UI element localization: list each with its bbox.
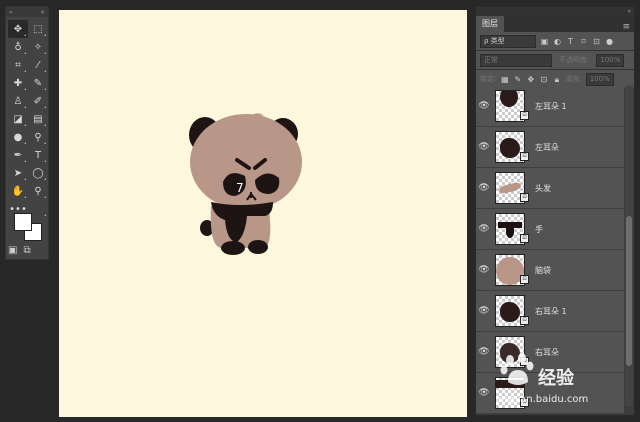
- fill-label: 填充:: [565, 74, 582, 83]
- layer-row[interactable]: 👁︎ ⊡ 脑袋: [476, 250, 624, 291]
- panda-head: [190, 114, 302, 210]
- smart-object-badge-icon: ⊡: [520, 316, 529, 325]
- visibility-eye-icon[interactable]: 👁︎: [476, 347, 492, 357]
- smart-object-badge-icon: ⊡: [520, 275, 529, 284]
- lock-label: 锁定:: [480, 74, 497, 83]
- smart-object-badge-icon: ⊡: [520, 111, 529, 120]
- gradient-icon[interactable]: ▤: [28, 110, 48, 128]
- collapse-icon[interactable]: »: [627, 8, 631, 15]
- shape-filter-icon[interactable]: ⌑: [579, 37, 588, 46]
- layer-row[interactable]: 👁︎ ⊡ 手: [476, 209, 624, 250]
- panel-menu-icon[interactable]: ≡: [622, 22, 630, 32]
- layer-row[interactable]: 👁︎ ⊡ 左耳朵: [476, 127, 624, 168]
- blend-mode-select[interactable]: 正常: [480, 53, 552, 67]
- healing-brush-icon[interactable]: ✚: [8, 74, 28, 92]
- blend-row: 正常 不透明度: 100%: [476, 51, 634, 70]
- smart-object-badge-icon: ⊡: [520, 193, 529, 202]
- type-icon[interactable]: T: [28, 146, 48, 164]
- lock-artboard-icon[interactable]: ⊡: [539, 75, 548, 84]
- hand-icon[interactable]: ✋: [8, 182, 28, 200]
- tool-grid: ✥ ⬚ ♁ ✧ ⌗ ⁄ ✚ ✎ ♙ ✐ ◪ ▤ ● ⚲ ✒ T ➤ ◯ ✋ ⚲ •••: [6, 17, 48, 218]
- magic-wand-icon[interactable]: ✧: [28, 38, 48, 56]
- panda-eye-mark: 7: [236, 181, 244, 195]
- dodge-icon[interactable]: ⚲: [28, 128, 48, 146]
- fill-input[interactable]: 100%: [585, 72, 614, 86]
- layer-name: 左耳朵: [535, 142, 559, 152]
- opacity-input[interactable]: 100%: [596, 53, 625, 67]
- layers-panel-header: »: [476, 7, 634, 15]
- visibility-eye-icon[interactable]: 👁︎: [476, 306, 492, 316]
- pen-icon[interactable]: ✒: [8, 146, 28, 164]
- opacity-label: 不透明度:: [559, 55, 590, 64]
- baidu-jingyan-watermark: 经验 jingyan.baidu.com: [494, 350, 640, 422]
- layer-name: 脑袋: [535, 265, 551, 275]
- panda-right-leg: [248, 240, 268, 254]
- layer-row[interactable]: 👁︎ ⊡ 左耳朵 1: [476, 86, 624, 127]
- visibility-eye-icon[interactable]: 👁︎: [476, 142, 492, 152]
- smart-object-filter-icon[interactable]: ⊡: [592, 37, 601, 46]
- panda-left-leg: [221, 241, 245, 255]
- watermark-brand: 经验: [538, 368, 574, 389]
- adjustment-filter-icon[interactable]: ◐: [553, 37, 562, 46]
- quick-mask-icon[interactable]: ▣: [8, 245, 17, 256]
- visibility-eye-icon[interactable]: 👁︎: [476, 265, 492, 275]
- image-filter-icon[interactable]: ▣: [540, 37, 549, 46]
- layer-name: 手: [535, 224, 543, 234]
- smart-object-badge-icon: ⊡: [520, 234, 529, 243]
- layer-name: 头发: [535, 183, 551, 193]
- visibility-eye-icon[interactable]: 👁︎: [476, 101, 492, 111]
- panel-tabs: 图层 ≡: [476, 15, 634, 32]
- path-selection-icon[interactable]: ➤: [8, 164, 28, 182]
- crop-icon[interactable]: ⌗: [8, 56, 28, 74]
- clone-stamp-icon[interactable]: ♙: [8, 92, 28, 110]
- screen-mode-icon[interactable]: ⧉: [23, 245, 30, 256]
- lock-all-icon[interactable]: 🔒︎: [552, 75, 561, 84]
- tab-layers[interactable]: 图层: [476, 16, 504, 32]
- brush-icon[interactable]: ✎: [28, 74, 48, 92]
- layer-filter-row: ρ 类型 ▣ ◐ T ⌑ ⊡ ●: [476, 32, 634, 51]
- panda-artwork: 7: [189, 113, 302, 255]
- eyedropper-icon[interactable]: ⁄: [28, 56, 48, 74]
- lasso-icon[interactable]: ♁: [8, 38, 28, 56]
- bottom-tools: ▣ ⧉: [8, 245, 31, 256]
- close-icon[interactable]: ×: [40, 9, 45, 16]
- layers-scrollbar-thumb[interactable]: [626, 216, 632, 366]
- layer-name: 左耳朵 1: [535, 101, 567, 111]
- visibility-eye-icon[interactable]: 👁︎: [476, 224, 492, 234]
- blur-icon[interactable]: ●: [8, 128, 28, 146]
- layer-filter-select[interactable]: ρ 类型: [480, 34, 536, 48]
- history-brush-icon[interactable]: ✐: [28, 92, 48, 110]
- paw-logo-icon: [500, 353, 534, 385]
- foreground-color-swatch[interactable]: [14, 213, 32, 231]
- ellipse-icon[interactable]: ◯: [28, 164, 48, 182]
- lock-transparency-icon[interactable]: ▦: [500, 75, 509, 84]
- layer-row[interactable]: 👁︎ ⊡ 右耳朵 1: [476, 291, 624, 332]
- zoom-icon[interactable]: ⚲: [28, 182, 48, 200]
- lock-position-icon[interactable]: ✥: [526, 75, 535, 84]
- type-filter-icon[interactable]: T: [566, 37, 575, 46]
- lock-pixels-icon[interactable]: ✎: [513, 75, 522, 84]
- watermark-url: jingyan.baidu.com: [496, 394, 589, 405]
- visibility-eye-icon[interactable]: 👁︎: [476, 183, 492, 193]
- filter-toggle-icon[interactable]: ●: [605, 37, 614, 46]
- color-swatches: [14, 213, 44, 243]
- document-canvas[interactable]: 7: [59, 10, 467, 417]
- layer-name: 右耳朵 1: [535, 306, 567, 316]
- collapse-icon[interactable]: «: [9, 9, 13, 16]
- move-icon[interactable]: ✥: [8, 20, 28, 38]
- eraser-icon[interactable]: ◪: [8, 110, 28, 128]
- layer-row[interactable]: 👁︎ ⊡ 头发: [476, 168, 624, 209]
- tools-panel-header: « ×: [6, 7, 48, 17]
- tools-panel: « × ✥ ⬚ ♁ ✧ ⌗ ⁄ ✚ ✎ ♙ ✐ ◪ ▤ ● ⚲ ✒ T ➤ ◯ ✋ ⚲ ••• ▣ ⧉: [5, 6, 49, 260]
- smart-object-badge-icon: ⊡: [520, 152, 529, 161]
- marquee-icon[interactable]: ⬚: [28, 20, 48, 38]
- visibility-eye-icon[interactable]: 👁︎: [476, 388, 492, 398]
